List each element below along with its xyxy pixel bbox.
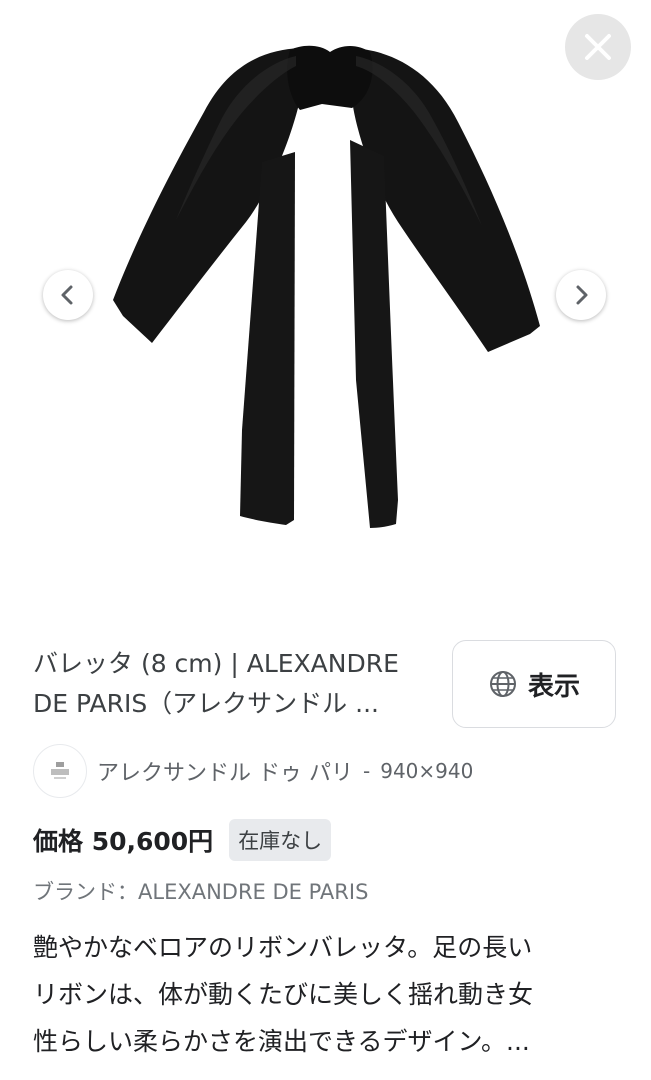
close-icon xyxy=(585,34,611,60)
previous-image-button[interactable] xyxy=(43,270,93,320)
chevron-left-icon xyxy=(61,285,73,305)
description-line: 性らしい柔らかさを演出できるデザイン。... xyxy=(33,1027,530,1056)
price-row: 価格 50,600円 在庫なし xyxy=(33,818,332,862)
description: 艶やかなベロアのリボンバレッタ。足の長い リボンは、体が動くたびに美しく揺れ動き… xyxy=(33,924,623,1065)
image-dimensions: 940×940 xyxy=(380,759,474,783)
result-title-link[interactable]: バレッタ (8 cm) | ALEXANDRE DE PARIS（アレクサンドル… xyxy=(33,644,433,724)
ribbon-knot xyxy=(287,45,373,110)
result-title-line[interactable]: バレッタ (8 cm) | ALEXANDRE xyxy=(33,644,433,684)
result-title-line[interactable]: DE PARIS（アレクサンドル ... xyxy=(33,684,433,724)
image-viewer xyxy=(0,0,651,610)
description-line: リボンは、体が動くたびに美しく揺れ動き女 xyxy=(33,980,534,1009)
product-image xyxy=(113,45,540,528)
view-button[interactable]: 表示 xyxy=(452,640,616,728)
source-separator: - xyxy=(363,759,371,783)
price: 価格 50,600円 xyxy=(33,827,214,856)
site-favicon-icon xyxy=(33,744,87,798)
stock-status-badge: 在庫なし xyxy=(229,819,332,861)
result-info-panel: バレッタ (8 cm) | ALEXANDRE DE PARIS（アレクサンドル… xyxy=(0,610,651,1080)
source-row[interactable]: アレクサンドル ドゥ パリ - 940×940 xyxy=(33,743,473,799)
close-button[interactable] xyxy=(565,14,631,80)
view-button-label: 表示 xyxy=(527,671,580,702)
description-line: 艶やかなベロアのリボンバレッタ。足の長い xyxy=(33,933,533,962)
brand: ブランド：ALEXANDRE DE PARIS xyxy=(33,880,369,904)
next-image-button[interactable] xyxy=(556,270,606,320)
globe-icon xyxy=(489,671,516,697)
source-name[interactable]: アレクサンドル ドゥ パリ xyxy=(97,755,353,787)
chevron-right-icon xyxy=(576,285,588,305)
